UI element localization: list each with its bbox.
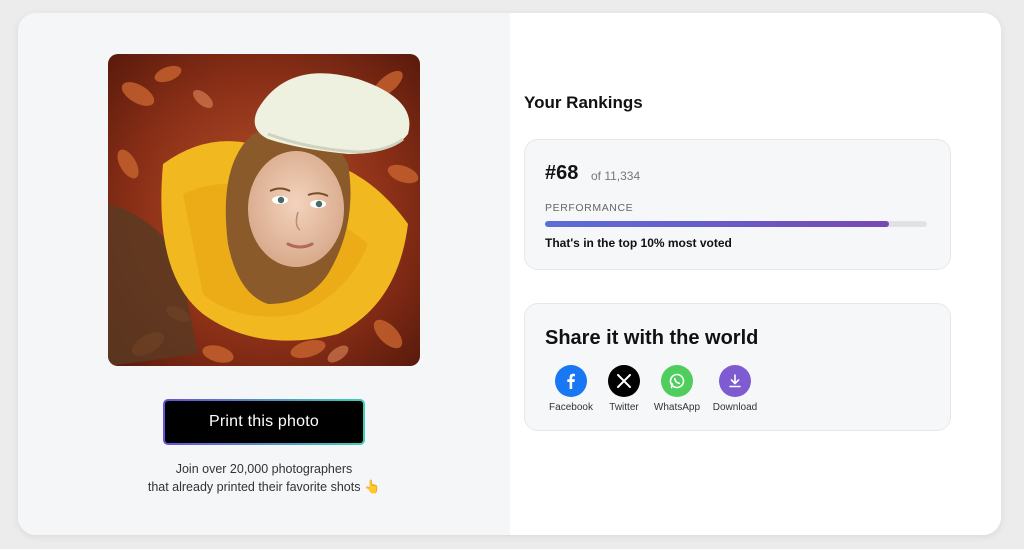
share-download-button[interactable]: Download bbox=[705, 365, 765, 413]
rank-number: #68 bbox=[545, 162, 579, 184]
photo-image bbox=[108, 54, 420, 366]
share-download-label: Download bbox=[712, 402, 758, 413]
rankings-panel bbox=[510, 13, 1001, 535]
share-whatsapp-label: WhatsApp bbox=[653, 402, 701, 413]
share-facebook-label: Facebook bbox=[549, 402, 593, 413]
share-whatsapp-button[interactable]: WhatsApp bbox=[647, 365, 707, 413]
share-twitter-button[interactable]: Twitter bbox=[594, 365, 654, 413]
performance-summary: That's in the top 10% most voted bbox=[545, 236, 732, 250]
join-line-1: Join over 20,000 photographers bbox=[175, 462, 353, 476]
performance-label: PERFORMANCE bbox=[545, 202, 634, 214]
pointing-hand-emoji: 👆 bbox=[363, 479, 381, 494]
share-card: Share it with the world Facebook Twitter… bbox=[524, 303, 951, 431]
facebook-icon bbox=[555, 365, 587, 397]
whatsapp-icon bbox=[661, 365, 693, 397]
photo-panel: Print this photo Join over 20,000 photog… bbox=[18, 13, 510, 535]
performance-bar-fill bbox=[545, 221, 889, 227]
print-photo-button[interactable]: Print this photo bbox=[163, 399, 365, 445]
join-text: Join over 20,000 photographers that alre… bbox=[18, 461, 510, 496]
share-title: Share it with the world bbox=[545, 327, 759, 349]
rankings-title: Your Rankings bbox=[524, 93, 643, 112]
download-icon bbox=[719, 365, 751, 397]
results-card: Print this photo Join over 20,000 photog… bbox=[18, 13, 1001, 535]
share-twitter-label: Twitter bbox=[609, 402, 639, 413]
rank-card: #68 of 11,334 PERFORMANCE That's in the … bbox=[524, 139, 951, 270]
join-line-2: that already printed their favorite shot… bbox=[18, 478, 510, 496]
join-line-2-text: that already printed their favorite shot… bbox=[147, 480, 361, 494]
share-facebook-button[interactable]: Facebook bbox=[541, 365, 601, 413]
performance-bar bbox=[545, 221, 927, 227]
x-icon bbox=[608, 365, 640, 397]
rank-total: of 11,334 bbox=[591, 169, 641, 183]
